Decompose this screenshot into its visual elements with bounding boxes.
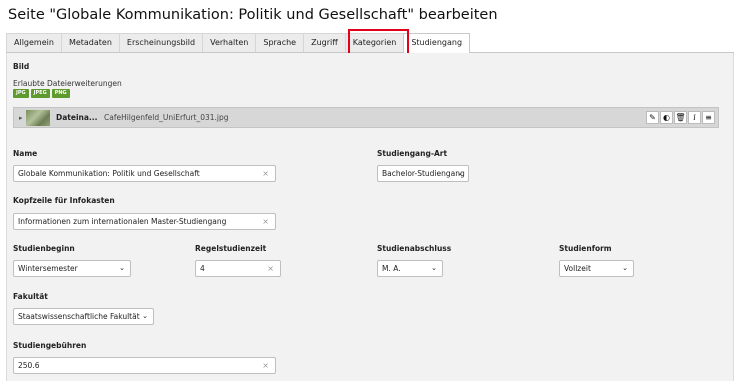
- studienform-value: Vollzeit: [564, 264, 591, 273]
- tab-verhalten[interactable]: Verhalten: [202, 33, 257, 52]
- studiengebuehren-input[interactable]: 250.6 ×: [13, 357, 276, 374]
- chevron-down-icon: ⌄: [142, 312, 148, 320]
- toggle-icon[interactable]: ◐: [660, 111, 673, 124]
- chevron-down-icon: ⌄: [119, 264, 125, 272]
- kopfzeile-input-value: Informationen zum internationalen Master…: [18, 217, 227, 226]
- fakultaet-value: Staatswissenschaftliche Fakultät: [18, 312, 140, 321]
- tab-erscheinungsbild[interactable]: Erscheinungsbild: [118, 33, 204, 52]
- chevron-down-icon: ⌄: [431, 264, 437, 272]
- clear-x-icon[interactable]: ×: [267, 261, 274, 276]
- extension-badge-png: PNG: [51, 89, 70, 98]
- studienbeginn-select[interactable]: Wintersemester ⌄: [13, 260, 131, 277]
- tab-allgemein[interactable]: Allgemein: [6, 33, 62, 52]
- regelstudienzeit-value: 4: [200, 264, 205, 273]
- clear-x-icon[interactable]: ×: [262, 358, 269, 373]
- kopfzeile-input[interactable]: Informationen zum internationalen Master…: [13, 213, 276, 230]
- clear-x-icon[interactable]: ×: [262, 214, 269, 229]
- tab-kategorien[interactable]: Kategorien: [344, 33, 405, 52]
- studienbeginn-label: Studienbeginn: [13, 244, 75, 253]
- chevron-down-icon: ⌄: [457, 169, 463, 177]
- extension-badges: JPG JPEG PNG: [13, 89, 70, 98]
- image-file-row[interactable]: ▸ Dateina... CafeHilgenfeld_UniErfurt_03…: [13, 107, 719, 128]
- studiengang-art-label: Studiengang-Art: [377, 149, 448, 158]
- info-icon[interactable]: i: [688, 111, 701, 124]
- kopfzeile-label: Kopfzeile für Infokasten: [13, 196, 115, 205]
- regelstudienzeit-input[interactable]: 4 ×: [195, 260, 281, 277]
- chevron-right-icon[interactable]: ▸: [19, 114, 23, 122]
- name-label: Name: [13, 149, 38, 158]
- allowed-extensions-label: Erlaubte Dateierweiterungen: [13, 79, 122, 88]
- tab-zugriff[interactable]: Zugriff: [303, 33, 346, 52]
- studiengang-art-value: Bachelor-Studiengang: [382, 169, 465, 178]
- extension-badge-jpg: JPG: [13, 89, 29, 98]
- studienform-select[interactable]: Vollzeit ⌄: [559, 260, 634, 277]
- studienabschluss-label: Studienabschluss: [377, 244, 452, 253]
- studiengebuehren-value: 250.6: [18, 361, 40, 370]
- name-input-value: Globale Kommunikation: Politik und Gesel…: [18, 169, 200, 178]
- extension-badge-jpeg: JPEG: [30, 89, 50, 98]
- fakultaet-label: Fakultät: [13, 292, 48, 301]
- studienabschluss-value: M. A.: [382, 264, 401, 273]
- studienform-label: Studienform: [559, 244, 612, 253]
- file-original-name: CafeHilgenfeld_UniErfurt_031.jpg: [104, 113, 229, 122]
- page-title: Seite "Globale Kommunikation: Politik un…: [8, 7, 498, 23]
- trash-icon[interactable]: 🗑: [674, 111, 687, 124]
- tab-metadaten[interactable]: Metadaten: [60, 33, 120, 52]
- file-name: Dateina...: [56, 113, 98, 122]
- image-thumbnail: [26, 110, 50, 126]
- chevron-down-icon: ⌄: [622, 264, 628, 272]
- regelstudienzeit-label: Regelstudienzeit: [195, 244, 267, 253]
- studienabschluss-select[interactable]: M. A. ⌄: [377, 260, 443, 277]
- pencil-icon[interactable]: ✎: [646, 111, 659, 124]
- drag-handle-icon[interactable]: ≡: [702, 111, 715, 124]
- tab-sprache[interactable]: Sprache: [255, 33, 305, 52]
- fakultaet-select[interactable]: Staatswissenschaftliche Fakultät ⌄: [13, 308, 154, 325]
- bild-section-label: Bild: [13, 62, 30, 71]
- clear-x-icon[interactable]: ×: [262, 166, 269, 181]
- tab-bar: Allgemein Metadaten Erscheinungsbild Ver…: [6, 33, 734, 53]
- studiengang-art-select[interactable]: Bachelor-Studiengang ⌄: [377, 165, 469, 182]
- studienbeginn-value: Wintersemester: [18, 264, 78, 273]
- name-input[interactable]: Globale Kommunikation: Politik und Gesel…: [13, 165, 276, 182]
- file-actions: ✎ ◐ 🗑 i ≡: [646, 111, 715, 124]
- tab-studiengang[interactable]: Studiengang: [403, 33, 471, 53]
- studiengebuehren-label: Studiengebühren: [13, 341, 87, 350]
